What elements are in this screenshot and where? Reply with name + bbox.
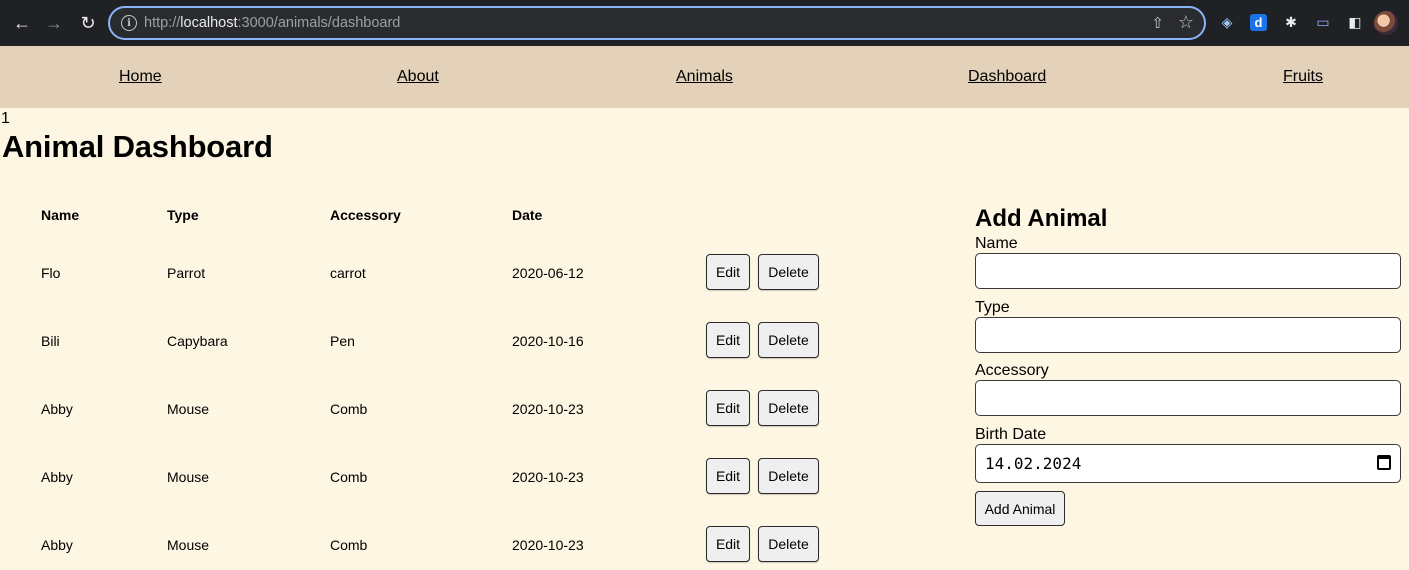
nav-link-about[interactable]: About (397, 68, 439, 86)
column-header-name: Name (41, 207, 80, 223)
edit-button[interactable]: Edit (706, 254, 750, 290)
cell-date: 2020-10-23 (512, 401, 584, 417)
cell-date: 2020-10-16 (512, 333, 584, 349)
browser-toolbar: ← → ↻ i http://localhost:3000/animals/da… (0, 0, 1409, 46)
cell-name: Abby (41, 401, 73, 417)
edit-button[interactable]: Edit (706, 322, 750, 358)
delete-button[interactable]: Delete (758, 390, 819, 426)
nav-link-dashboard[interactable]: Dashboard (968, 68, 1046, 86)
d-extension-icon[interactable]: d (1250, 14, 1267, 31)
cell-name: Flo (41, 265, 61, 281)
cell-date: 2020-06-12 (512, 265, 584, 281)
accessory-label: Accessory (975, 362, 1049, 379)
cell-accessory: Comb (330, 469, 368, 485)
name-label: Name (975, 235, 1018, 252)
accessory-input[interactable] (975, 380, 1401, 416)
nav-link-animals[interactable]: Animals (676, 68, 733, 86)
cell-name: Abby (41, 469, 73, 485)
edit-button[interactable]: Edit (706, 390, 750, 426)
site-nav: Home About Animals Dashboard Fruits (0, 46, 1409, 108)
counter-text: 1 (1, 110, 10, 127)
add-animal-button[interactable]: Add Animal (975, 491, 1065, 526)
delete-button[interactable]: Delete (758, 526, 819, 562)
forward-arrow-icon[interactable]: → (42, 11, 66, 35)
reload-icon[interactable]: ↻ (76, 11, 100, 35)
share-icon[interactable]: ⇧ (1151, 14, 1164, 32)
column-header-accessory: Accessory (330, 207, 401, 223)
type-label: Type (975, 299, 1010, 316)
back-arrow-icon[interactable]: ← (10, 11, 34, 35)
page-title: Animal Dashboard (2, 129, 273, 164)
cell-accessory: carrot (330, 265, 366, 281)
profile-avatar[interactable] (1374, 11, 1398, 35)
birth-date-input[interactable]: 14.02.2024 (975, 444, 1401, 483)
calendar-icon[interactable] (1377, 455, 1391, 470)
side-panel-icon[interactable]: ◧ (1345, 12, 1365, 32)
cell-name: Bili (41, 333, 60, 349)
cell-accessory: Pen (330, 333, 355, 349)
nav-link-fruits[interactable]: Fruits (1283, 68, 1323, 86)
cell-date: 2020-10-23 (512, 469, 584, 485)
cell-accessory: Comb (330, 401, 368, 417)
form-title: Add Animal (975, 205, 1108, 232)
address-bar[interactable]: i http://localhost:3000/animals/dashboar… (108, 6, 1206, 40)
extensions-puzzle-icon[interactable]: ✱ (1281, 12, 1301, 32)
edit-button[interactable]: Edit (706, 458, 750, 494)
edit-button[interactable]: Edit (706, 526, 750, 562)
layers-extension-icon[interactable]: ◈ (1217, 12, 1237, 32)
birth-date-value: 14.02.2024 (985, 454, 1082, 473)
bookmark-star-icon[interactable]: ☆ (1178, 12, 1194, 33)
column-header-type: Type (167, 207, 199, 223)
delete-button[interactable]: Delete (758, 254, 819, 290)
birth-date-label: Birth Date (975, 426, 1047, 443)
url-text[interactable]: http://localhost:3000/animals/dashboard (144, 15, 400, 31)
cell-type: Capybara (167, 333, 228, 349)
cast-icon[interactable]: ▭ (1313, 12, 1333, 32)
cell-date: 2020-10-23 (512, 537, 584, 553)
cell-type: Mouse (167, 401, 210, 417)
name-input[interactable] (975, 253, 1401, 289)
delete-button[interactable]: Delete (758, 322, 819, 358)
cell-type: Mouse (167, 537, 210, 553)
nav-link-home[interactable]: Home (119, 68, 162, 86)
type-input[interactable] (975, 317, 1401, 353)
info-icon[interactable]: i (121, 15, 137, 31)
column-header-date: Date (512, 207, 543, 223)
cell-type: Parrot (167, 265, 206, 281)
delete-button[interactable]: Delete (758, 458, 819, 494)
cell-accessory: Comb (330, 537, 368, 553)
cell-type: Mouse (167, 469, 210, 485)
cell-name: Abby (41, 537, 73, 553)
